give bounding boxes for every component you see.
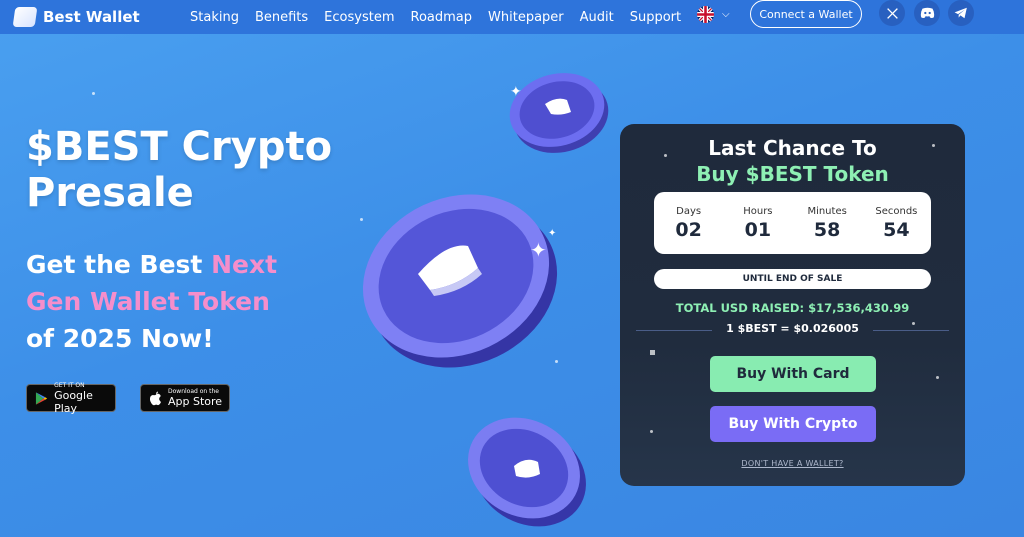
nav-link-roadmap[interactable]: Roadmap	[411, 10, 473, 25]
countdown-timer: Days 02 Hours 01 Minutes 58 Seconds 54	[654, 192, 931, 254]
countdown-label: Seconds	[875, 205, 918, 217]
buy-with-crypto-button[interactable]: Buy With Crypto	[710, 406, 876, 442]
buy-with-card-button[interactable]: Buy With Card	[710, 356, 876, 392]
nav-link-whitepaper[interactable]: Whitepaper	[488, 10, 564, 25]
hero-title-line2: Presale	[26, 170, 194, 216]
countdown-label: Days	[676, 205, 702, 217]
countdown-value: 54	[883, 218, 910, 241]
countdown-value: 01	[744, 218, 772, 241]
coin-bottom-icon	[468, 417, 586, 527]
logo[interactable]: Best Wallet	[12, 5, 140, 29]
hero-sub-highlight: Gen Wallet Token	[26, 287, 270, 316]
countdown-seconds: Seconds 54	[866, 206, 926, 241]
telegram-icon[interactable]	[948, 0, 974, 26]
star-dot	[650, 430, 653, 433]
coin-small-top-icon	[509, 73, 609, 153]
x-icon[interactable]	[879, 0, 905, 26]
star-dot	[650, 350, 655, 355]
dont-have-wallet-link[interactable]: DON'T HAVE A WALLET?	[620, 459, 965, 468]
logo-text: Best Wallet	[43, 8, 140, 26]
google-play-small: GET IT ON	[54, 381, 85, 389]
hero-sub-text: of 2025 Now!	[26, 324, 214, 353]
uk-flag-icon	[697, 6, 714, 23]
card-title: Last Chance To	[708, 136, 877, 160]
card-title-highlight: Buy $BEST Token	[696, 162, 889, 186]
chevron-down-icon: ⌵	[722, 9, 730, 20]
star-dot	[936, 376, 939, 379]
countdown-label: Hours	[743, 205, 773, 217]
app-store-label: App Store	[168, 395, 223, 408]
countdown-value: 58	[813, 218, 841, 241]
google-play-label: Google Play	[54, 388, 93, 415]
best-wallet-logo-icon	[12, 7, 38, 27]
hero-subtitle: Get the Best Next Gen Wallet Token of 20…	[26, 246, 346, 357]
countdown-label: Minutes	[807, 205, 847, 217]
nav-link-benefits[interactable]: Benefits	[255, 10, 308, 25]
sparkle-icon: ✦	[548, 228, 557, 239]
top-nav: Best Wallet Staking Benefits Ecosystem R…	[0, 0, 1024, 34]
connect-wallet-button[interactable]: Connect a Wallet	[750, 0, 862, 28]
google-play-icon	[35, 391, 48, 405]
coin-large-icon	[362, 194, 558, 368]
sparkle-icon: ✦	[530, 238, 547, 262]
discord-icon[interactable]	[914, 0, 940, 26]
countdown-value: 02	[675, 218, 702, 241]
sparkle-icon: ✦	[510, 84, 522, 100]
app-store-button[interactable]: Download on the App Store	[140, 384, 230, 412]
countdown-days: Days 02	[659, 206, 719, 241]
presale-card: Last Chance To Buy $BEST Token Days 02 H…	[620, 124, 965, 486]
star-dot	[92, 92, 95, 95]
hero-sub-text: Get the Best	[26, 250, 212, 279]
nav-link-support[interactable]: Support	[630, 10, 681, 25]
token-price: 1 $BEST = $0.026005	[726, 322, 859, 335]
countdown-minutes: Minutes 58	[797, 206, 857, 241]
hero-sub-highlight: Next	[211, 250, 278, 279]
app-store-small: Download on the	[168, 388, 219, 395]
nav-link-staking[interactable]: Staking	[190, 10, 239, 25]
total-raised: TOTAL USD RAISED: $17,536,430.99	[675, 301, 910, 315]
apple-icon	[149, 391, 161, 405]
nav-link-ecosystem[interactable]: Ecosystem	[324, 10, 394, 25]
token-price-row: 1 $BEST = $0.026005	[636, 322, 949, 338]
nav-link-audit[interactable]: Audit	[580, 10, 614, 25]
nav-links: Staking Benefits Ecosystem Roadmap White…	[190, 5, 697, 29]
until-end-of-sale-bar: UNTIL END OF SALE	[654, 269, 931, 289]
hero-title-line1: $BEST Crypto	[26, 124, 333, 170]
google-play-button[interactable]: GET IT ON Google Play	[26, 381, 116, 415]
countdown-hours: Hours 01	[728, 206, 788, 241]
hero-title: $BEST Crypto Presale	[26, 124, 406, 216]
language-selector[interactable]: ⌵	[697, 6, 730, 23]
